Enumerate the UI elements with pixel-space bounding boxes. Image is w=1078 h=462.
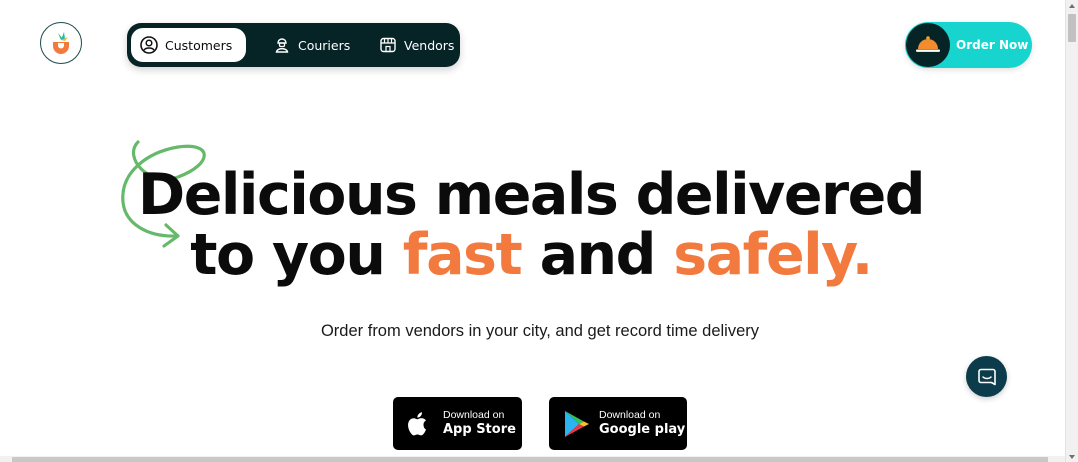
order-button-bubble [906, 23, 950, 67]
headline-text: to you [190, 222, 386, 288]
app-store-small-text: Download on [443, 409, 505, 422]
headline-accent-safely: safely. [673, 222, 873, 288]
nav-item-label: Couriers [298, 37, 351, 53]
google-play-big-text: Google play [599, 422, 686, 437]
headline-line-2: to you fast and safely. [0, 225, 1062, 285]
google-play-small-text: Download on [599, 409, 661, 422]
order-now-button[interactable]: Order Now [905, 22, 1032, 68]
logo[interactable] [40, 22, 82, 64]
carrot-bowl-logo-icon [53, 32, 69, 54]
scroll-down-icon[interactable] [1069, 455, 1075, 459]
order-now-label: Order Now [956, 38, 1029, 52]
nav-item-vendors[interactable]: Vendors [379, 28, 454, 62]
apple-icon [407, 410, 431, 438]
cloche-icon [916, 36, 940, 52]
storefront-icon [379, 36, 397, 54]
scroll-up-icon[interactable] [1069, 4, 1075, 8]
nav-item-label: Vendors [404, 37, 455, 53]
app-store-big-text: App Store [443, 422, 516, 437]
hero-subtitle: Order from vendors in your city, and get… [320, 322, 760, 340]
google-play-button[interactable]: Download on Google play [549, 397, 687, 450]
app-store-button[interactable]: Download on App Store [393, 397, 522, 450]
courier-icon [273, 36, 291, 54]
headline-accent-fast: fast [402, 222, 523, 288]
headline-line-1: Delicious meals delivered [137, 162, 926, 228]
chat-bubble-icon [977, 368, 996, 385]
vertical-scrollbar[interactable] [1065, 0, 1078, 462]
main-nav: Customers Couriers Vendors [127, 23, 460, 67]
nav-item-couriers[interactable]: Couriers [273, 28, 350, 62]
hero-headline: Delicious meals delivered to you fast an… [0, 165, 1062, 285]
nav-item-label: Customers [165, 37, 233, 53]
headline-text: and [539, 222, 657, 288]
user-circle-icon [140, 36, 158, 54]
scrollbar-thumb[interactable] [1068, 14, 1076, 42]
chat-widget-button[interactable] [966, 356, 1007, 397]
nav-item-customers[interactable]: Customers [131, 28, 247, 62]
horizontal-scrollbar[interactable] [0, 456, 1065, 462]
google-play-icon [563, 409, 591, 439]
scrollbar-thumb[interactable] [12, 457, 1048, 462]
